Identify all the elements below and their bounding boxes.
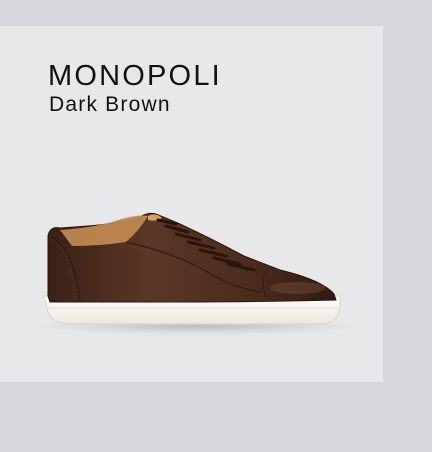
product-card[interactable]: MONOPOLI Dark Brown — [0, 26, 383, 382]
product-name: MONOPOLI — [48, 60, 222, 92]
leather-sneaker-icon — [38, 212, 358, 335]
product-color: Dark Brown — [49, 93, 171, 116]
